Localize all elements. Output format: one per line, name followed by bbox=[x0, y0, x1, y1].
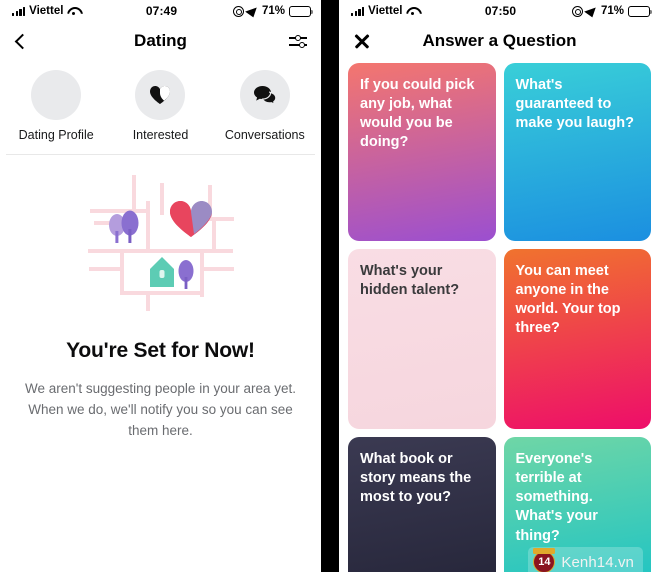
clock-label: 07:50 bbox=[484, 4, 517, 18]
tab-label-dating-profile: Dating Profile bbox=[18, 128, 94, 142]
page-title: Dating bbox=[134, 31, 187, 50]
location-arrow-icon bbox=[245, 4, 261, 18]
battery-icon bbox=[289, 5, 314, 17]
question-card[interactable]: You can meet anyone in the world. Your t… bbox=[503, 249, 651, 429]
tree-cluster bbox=[108, 210, 138, 243]
battery-percent-label: 71% bbox=[600, 5, 625, 17]
sidebar-item-conversations[interactable]: Conversations bbox=[213, 70, 317, 142]
battery-icon bbox=[628, 5, 653, 17]
tab-label-interested: Interested bbox=[132, 128, 189, 142]
section-divider bbox=[6, 154, 315, 155]
heart-illustration bbox=[169, 201, 212, 237]
question-text: Everyone's terrible at something. What's… bbox=[515, 451, 598, 544]
signal-bars-icon bbox=[351, 6, 365, 16]
do-not-disturb-icon bbox=[571, 5, 583, 17]
status-bar-right: Viettel 07:50 71% bbox=[339, 0, 660, 22]
empty-state-illustration bbox=[0, 173, 321, 313]
question-card[interactable]: If you could pick any job, what would yo… bbox=[348, 63, 496, 241]
status-bar-left: Viettel 07:49 71% bbox=[0, 0, 321, 22]
question-card[interactable]: Everyone's terrible at something. What's… bbox=[503, 437, 651, 572]
back-button[interactable] bbox=[14, 33, 31, 49]
chevron-left-icon bbox=[14, 33, 31, 49]
question-text: You can meet anyone in the world. Your t… bbox=[515, 263, 621, 337]
watermark-label: Kenh14.vn bbox=[561, 553, 634, 571]
status-right-group: 71% bbox=[177, 4, 314, 18]
status-left-group-right: Viettel bbox=[351, 5, 485, 17]
question-card[interactable]: What's your hidden talent? bbox=[348, 249, 496, 429]
dating-tab-row: Dating Profile Interested Conversations bbox=[0, 60, 321, 150]
answer-question-screen: Viettel 07:50 71% Answer a Question If y… bbox=[339, 0, 660, 572]
question-card[interactable]: What's guaranteed to make you laugh? bbox=[503, 63, 651, 241]
empty-state-title: You're Set for Now! bbox=[66, 339, 255, 362]
avatar-placeholder-icon bbox=[31, 70, 82, 120]
sidebar-item-dating-profile[interactable]: Dating Profile bbox=[4, 70, 108, 142]
dating-screen: Viettel 07:49 71% Dating Dating Profile bbox=[0, 0, 321, 572]
kenh14-badge-icon: 14 bbox=[533, 547, 556, 572]
wifi-icon bbox=[406, 7, 418, 16]
do-not-disturb-icon bbox=[232, 5, 244, 17]
question-text: What's your hidden talent? bbox=[360, 263, 460, 299]
question-card[interactable]: What book or story means the most to you… bbox=[348, 437, 496, 572]
carrier-label: Viettel bbox=[29, 5, 64, 17]
sliders-icon bbox=[289, 34, 307, 48]
watermark: 14 Kenh14.vn bbox=[528, 547, 643, 572]
status-left-group: Viettel bbox=[12, 5, 146, 17]
settings-button[interactable] bbox=[289, 34, 307, 48]
battery-percent-label: 71% bbox=[261, 5, 286, 17]
question-text: If you could pick any job, what would yo… bbox=[360, 77, 475, 151]
conversations-icon-circle bbox=[239, 70, 290, 120]
clock-label: 07:49 bbox=[145, 4, 178, 18]
location-arrow-icon bbox=[584, 4, 600, 18]
house-illustration bbox=[149, 257, 174, 287]
heart-icon bbox=[149, 85, 171, 105]
question-text: What's guaranteed to make you laugh? bbox=[515, 77, 634, 132]
question-text: What book or story means the most to you… bbox=[360, 451, 472, 506]
status-right-group-right: 71% bbox=[516, 4, 653, 18]
tab-label-conversations: Conversations bbox=[224, 128, 305, 142]
sidebar-item-interested[interactable]: Interested bbox=[108, 70, 212, 142]
nav-bar-left: Dating bbox=[0, 22, 321, 60]
speech-bubbles-icon bbox=[253, 85, 277, 106]
nav-bar-right: Answer a Question bbox=[339, 22, 660, 60]
interested-icon-circle bbox=[135, 70, 186, 120]
carrier-label: Viettel bbox=[368, 5, 403, 17]
question-card-grid: If you could pick any job, what would yo… bbox=[339, 60, 660, 572]
close-x-icon bbox=[353, 32, 371, 50]
page-title: Answer a Question bbox=[422, 31, 577, 50]
panel-divider bbox=[321, 0, 339, 572]
empty-state-body: We aren't suggesting people in your area… bbox=[25, 381, 296, 438]
close-button[interactable] bbox=[353, 32, 371, 50]
wifi-icon bbox=[67, 7, 79, 16]
signal-bars-icon bbox=[12, 6, 26, 16]
